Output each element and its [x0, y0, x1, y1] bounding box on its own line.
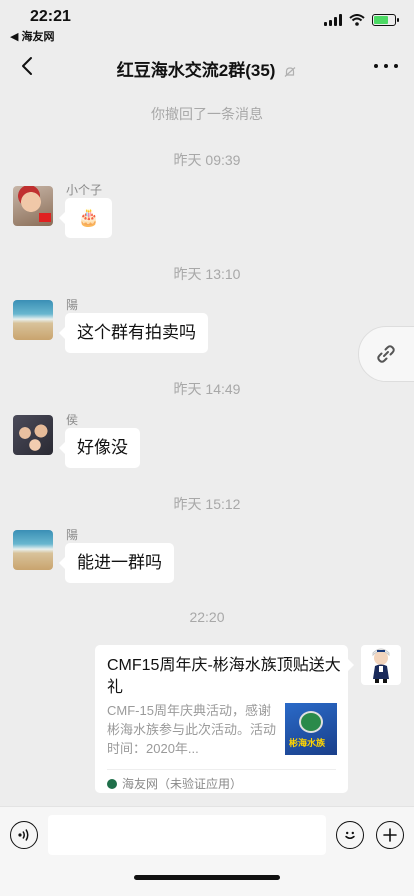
avatar-yang[interactable] — [13, 530, 53, 570]
message-timestamp: 昨天 14:49 — [173, 381, 241, 397]
card-thumb-text: 彬海水族 — [289, 738, 326, 748]
mute-bell-icon — [284, 66, 296, 77]
status-bar: 22:21 ◀ 海友网 — [0, 0, 414, 44]
message-bubble-cake[interactable]: 🎂 — [58, 198, 113, 238]
app-logo-icon — [107, 778, 117, 789]
status-time: 22:21 — [30, 8, 71, 25]
sender-name: 小个子 — [66, 183, 103, 197]
message-bubble[interactable]: 好像没 — [59, 428, 140, 468]
card-thumbnail: 彬海水族 — [285, 703, 337, 755]
link-icon — [377, 345, 395, 363]
card-title: CMF15周年庆-彬海水族顶贴送大礼 — [107, 657, 341, 696]
plus-icon — [383, 828, 397, 842]
card-source: 海友网（未验证应用） — [107, 775, 242, 792]
sender-name: 侯 — [66, 413, 79, 427]
chat-message-list[interactable]: 你撤回了一条消息 昨天 09:39 小个子 🎂 昨天 13:10 陽 这个群有拍… — [0, 90, 414, 806]
emoji-button[interactable] — [336, 821, 364, 849]
voice-icon — [18, 829, 29, 841]
message-timestamp: 22:20 — [189, 609, 225, 625]
message-timestamp: 昨天 13:10 — [173, 266, 241, 282]
wifi-icon — [349, 14, 365, 26]
card-description: CMF-15周年庆典活动，感谢彬海水族参与此次活动。活动时间：2020年... — [107, 703, 277, 756]
flag-icon — [39, 213, 51, 222]
more-functions-button[interactable] — [376, 821, 404, 849]
message-input[interactable] — [48, 815, 326, 855]
message-input-bar — [0, 806, 414, 896]
shared-link-card[interactable]: CMF15周年庆-彬海水族顶贴送大礼 CMF-15周年庆典活动，感谢彬海水族参与… — [95, 645, 354, 793]
floating-link-button[interactable] — [358, 326, 414, 382]
cellular-signal-icon — [324, 14, 342, 26]
chat-title-text: 红豆海水交流2群(35) — [116, 61, 276, 80]
card-source-text: 海友网（未验证应用） — [122, 777, 243, 791]
home-indicator[interactable] — [134, 875, 280, 880]
battery-icon — [372, 14, 399, 26]
recall-notice: 你撤回了一条消息 — [151, 106, 263, 122]
sender-name: 陽 — [66, 528, 79, 542]
avatar-me[interactable] — [361, 645, 401, 685]
divider — [107, 769, 336, 770]
voice-input-button[interactable] — [10, 821, 38, 849]
back-to-app-link[interactable]: ◀ 海友网 — [10, 28, 55, 44]
more-options-icon[interactable] — [374, 56, 398, 76]
message-timestamp: 昨天 09:39 — [173, 152, 241, 168]
cartoon-avatar-icon — [372, 648, 390, 683]
chat-title: 红豆海水交流2群(35) — [0, 56, 414, 81]
cake-emoji-icon: 🎂 — [78, 208, 100, 227]
message-bubble[interactable]: 这个群有拍卖吗 — [59, 313, 208, 353]
avatar-yang[interactable] — [13, 300, 53, 340]
sender-name: 陽 — [66, 298, 79, 312]
message-bubble[interactable]: 能进一群吗 — [59, 543, 174, 583]
avatar-xiaogezi[interactable] — [13, 186, 53, 226]
message-timestamp: 昨天 15:12 — [173, 496, 241, 512]
battery-level — [374, 16, 388, 24]
chat-nav-bar: 红豆海水交流2群(35) — [0, 44, 414, 90]
logo-icon — [299, 711, 323, 733]
smiley-icon — [345, 831, 355, 839]
avatar-hou[interactable] — [13, 415, 53, 455]
status-icons — [324, 14, 399, 26]
